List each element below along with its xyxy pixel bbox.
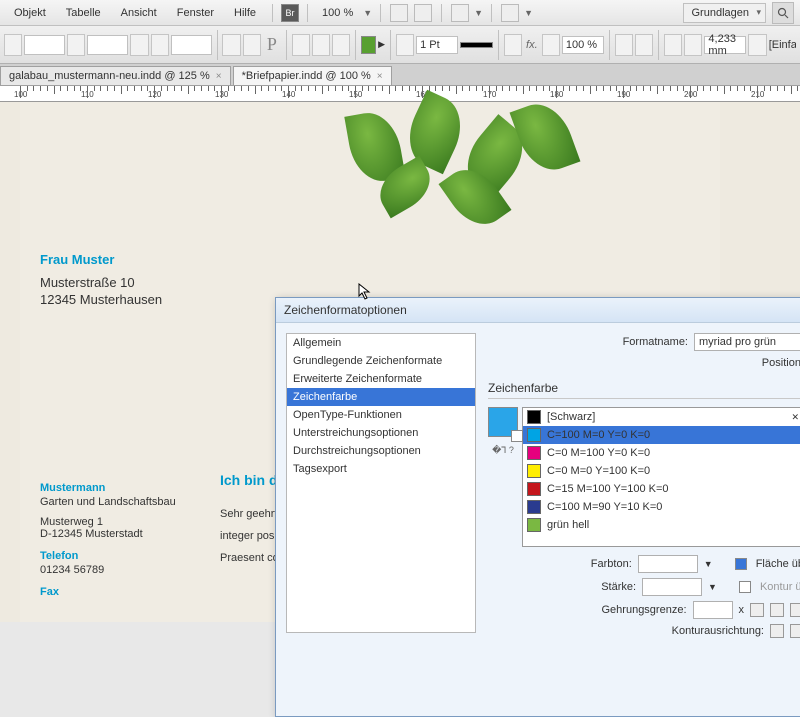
char-style-options-dialog: Zeichenformatoptionen AllgemeinGrundlege…	[275, 297, 800, 717]
address-block[interactable]: Frau Muster Musterstraße 10 12345 Muster…	[40, 252, 162, 309]
menu-bar: Objekt Tabelle Ansicht Fenster Hilfe Br …	[0, 0, 800, 26]
dialog-title: Zeichenformatoptionen	[276, 298, 800, 323]
workspace-dropdown[interactable]: Grundlagen	[683, 3, 767, 23]
document-tabs: galabau_mustermann-neu.indd @ 125 %× *Br…	[0, 64, 800, 86]
city: 12345 Musterhausen	[40, 292, 162, 307]
link-icon[interactable]	[130, 34, 148, 56]
frame-icon[interactable]	[664, 34, 682, 56]
category-item[interactable]: Erweiterte Zeichenformate	[287, 370, 475, 388]
paragraph-icon[interactable]: P	[263, 34, 281, 55]
dialog-category-list[interactable]: AllgemeinGrundlegende ZeichenformateErwe…	[286, 333, 476, 633]
tool-icon[interactable]	[4, 34, 22, 56]
field-2[interactable]	[87, 35, 128, 55]
tool-icon[interactable]	[748, 34, 766, 56]
swatch-row[interactable]: [Schwarz]✕	[523, 408, 800, 426]
align-icon[interactable]	[332, 34, 350, 56]
align-stroke-icon[interactable]	[770, 624, 784, 638]
swatch-row[interactable]: C=15 M=100 Y=100 K=0	[523, 480, 800, 498]
menu-hilfe[interactable]: Hilfe	[226, 3, 264, 23]
close-icon[interactable]: ×	[377, 71, 383, 82]
tab-galabau[interactable]: galabau_mustermann-neu.indd @ 125 %×	[0, 66, 231, 85]
opacity-field[interactable]: 100 %	[562, 36, 604, 54]
menu-fenster[interactable]: Fenster	[169, 3, 222, 23]
fill-checkbox[interactable]	[735, 558, 747, 570]
leaf-image	[320, 92, 670, 272]
stroke-type-icon[interactable]	[396, 34, 414, 56]
formatname-label: Formatname:	[623, 336, 688, 348]
position-label: Position:	[762, 357, 800, 369]
fill-swatch[interactable]	[361, 36, 376, 54]
join-icon[interactable]	[750, 603, 764, 617]
tab-briefpapier[interactable]: *Briefpapier.indd @ 100 %×	[233, 66, 392, 85]
close-icon[interactable]: ×	[216, 71, 222, 82]
category-item[interactable]: Grundlegende Zeichenformate	[287, 352, 475, 370]
field-1[interactable]	[24, 35, 65, 55]
view-icon-2[interactable]	[414, 4, 432, 22]
sender-block[interactable]: Mustermann Garten und Landschaftsbau Mus…	[40, 472, 176, 600]
street: Musterstraße 10	[40, 275, 162, 290]
tint-field[interactable]	[638, 555, 698, 573]
canvas: Frau Muster Musterstraße 10 12345 Muster…	[0, 102, 800, 622]
bridge-icon[interactable]: Br	[281, 4, 299, 22]
category-item[interactable]: OpenType-Funktionen	[287, 406, 475, 424]
category-item[interactable]: Allgemein	[287, 334, 475, 352]
weight-field[interactable]	[642, 578, 702, 596]
section-header: Zeichenfarbe	[488, 381, 800, 399]
stroke-weight[interactable]: 1 Pt	[416, 36, 458, 54]
menu-objekt[interactable]: Objekt	[6, 3, 54, 23]
swatch-row[interactable]: C=0 M=0 Y=100 K=0	[523, 462, 800, 480]
category-item[interactable]: Durchstreichungsoptionen	[287, 442, 475, 460]
tool-icon[interactable]	[67, 34, 85, 56]
swatch-row[interactable]: C=100 M=90 Y=10 K=0	[523, 498, 800, 516]
search-icon[interactable]	[772, 2, 794, 24]
formatname-input[interactable]	[694, 333, 800, 351]
category-item[interactable]: Zeichenfarbe	[287, 388, 475, 406]
miter-field[interactable]	[693, 601, 733, 619]
text-wrap-icon[interactable]	[635, 34, 653, 56]
swatch-list[interactable]: [Schwarz]✕C=100 M=0 Y=0 K=0C=0 M=100 Y=0…	[522, 407, 800, 547]
fx-icon[interactable]	[504, 34, 522, 56]
stroke-style[interactable]	[460, 42, 493, 48]
join-icon[interactable]	[790, 603, 800, 617]
link-icon[interactable]	[684, 34, 702, 56]
char-style-icon[interactable]	[222, 34, 240, 56]
zoom-level[interactable]: 100 %	[316, 5, 359, 21]
tool-icon[interactable]	[243, 34, 261, 56]
measure-field[interactable]: 4,233 mm	[704, 36, 746, 54]
einfach-label: [Einfac	[769, 39, 796, 51]
align-icon[interactable]	[292, 34, 310, 56]
stroke-checkbox[interactable]	[739, 581, 751, 593]
field-3[interactable]	[171, 35, 212, 55]
swatch-row[interactable]: grün hell	[523, 516, 800, 534]
tool-icon[interactable]	[151, 34, 169, 56]
swatch-row[interactable]: C=100 M=0 Y=0 K=0	[523, 426, 800, 444]
swatch-row[interactable]: C=0 M=100 Y=0 K=0	[523, 444, 800, 462]
company-name: Mustermann	[40, 482, 176, 494]
control-panel: P ▶ 1 Pt fx. 100 % 4,233 mm [Einfac	[0, 26, 800, 64]
fill-stroke-proxy[interactable]	[488, 407, 518, 437]
text-wrap-icon[interactable]	[615, 34, 633, 56]
join-icon[interactable]	[770, 603, 784, 617]
category-item[interactable]: Unterstreichungsoptionen	[287, 424, 475, 442]
category-item[interactable]: Tagsexport	[287, 460, 475, 478]
screen-mode-icon[interactable]	[451, 4, 469, 22]
menu-tabelle[interactable]: Tabelle	[58, 3, 109, 23]
arrange-icon[interactable]	[501, 4, 519, 22]
view-icon-1[interactable]	[390, 4, 408, 22]
recipient-name: Frau Muster	[40, 252, 162, 267]
align-icon[interactable]	[312, 34, 330, 56]
menu-ansicht[interactable]: Ansicht	[113, 3, 165, 23]
align-stroke-icon[interactable]	[790, 624, 800, 638]
opacity-icon[interactable]	[542, 34, 560, 56]
